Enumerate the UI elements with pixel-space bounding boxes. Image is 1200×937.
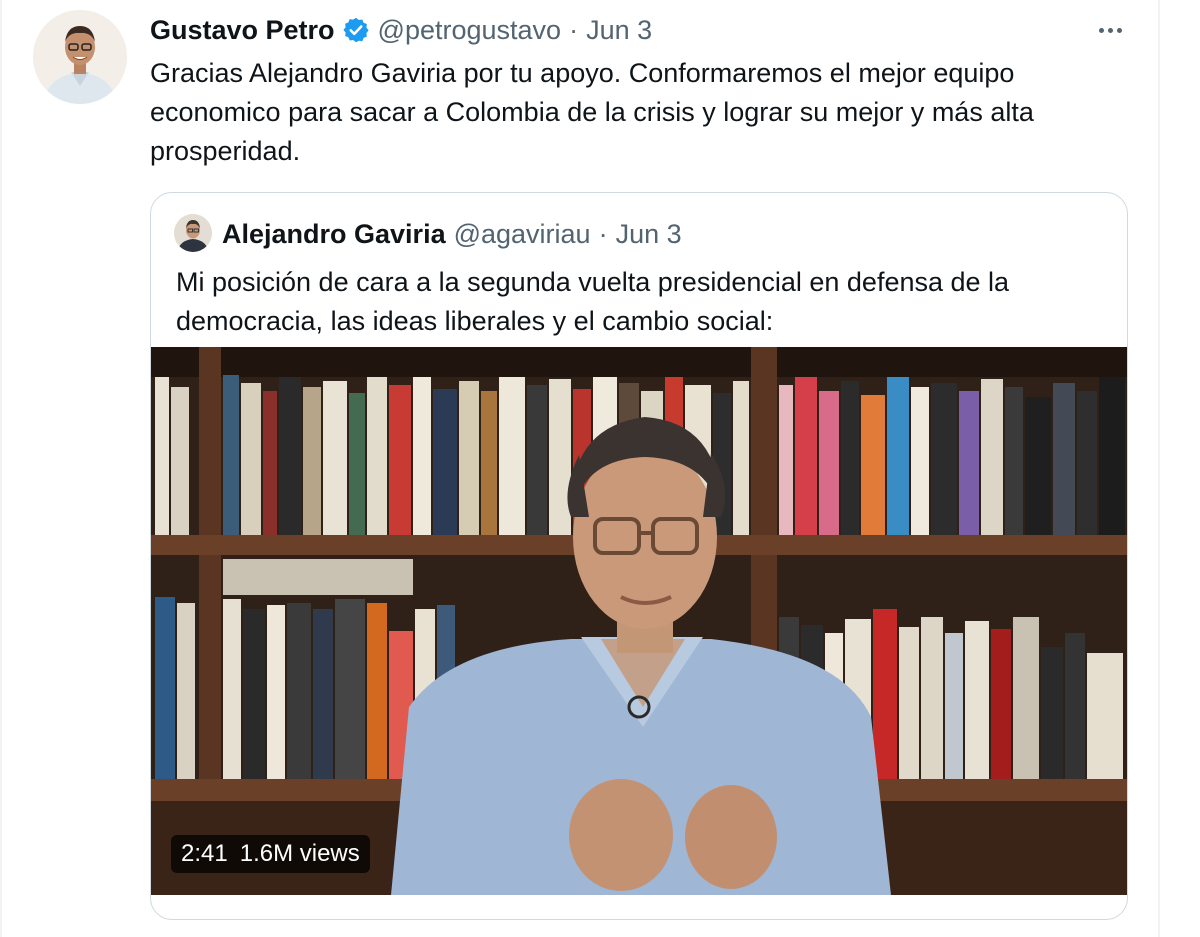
separator-dot: · <box>569 14 579 45</box>
right-divider <box>1158 0 1160 937</box>
author-avatar[interactable] <box>33 10 127 104</box>
quoted-tweet-date[interactable]: Jun 3 <box>616 219 682 250</box>
verified-badge-icon <box>342 16 370 44</box>
more-options-icon[interactable] <box>1090 16 1130 44</box>
quoted-author-name[interactable]: Alejandro Gaviria <box>222 219 446 250</box>
separator-dot: · <box>598 218 608 249</box>
quoted-tweet-text: Mi posición de cara a la segunda vuelta … <box>176 267 1010 336</box>
video-views: 1.6M views <box>239 840 360 867</box>
quoted-author-avatar[interactable] <box>174 214 212 252</box>
author-handle[interactable]: @petrogustavo <box>378 15 562 46</box>
tweet-text: Gracias Alejandro Gaviria por tu apoyo. … <box>150 58 1042 166</box>
tweet-header: Gustavo Petro @petrogustavo · Jun 3 <box>150 12 652 48</box>
quoted-tweet-header: Alejandro Gaviria @agaviriau · Jun 3 <box>222 217 682 251</box>
video-player[interactable]: 2:41 1.6M views <box>151 347 1127 895</box>
video-info-badge: 2:41 1.6M views <box>171 835 370 873</box>
video-duration: 2:41 <box>181 840 228 867</box>
author-name[interactable]: Gustavo Petro <box>150 15 335 46</box>
tweet-date[interactable]: Jun 3 <box>586 15 652 46</box>
quoted-tweet-card[interactable]: Alejandro Gaviria @agaviriau · Jun 3 Mi … <box>150 192 1128 920</box>
quoted-author-handle[interactable]: @agaviriau <box>454 219 591 250</box>
video-thumbnail <box>151 347 1127 895</box>
left-divider <box>0 0 2 937</box>
